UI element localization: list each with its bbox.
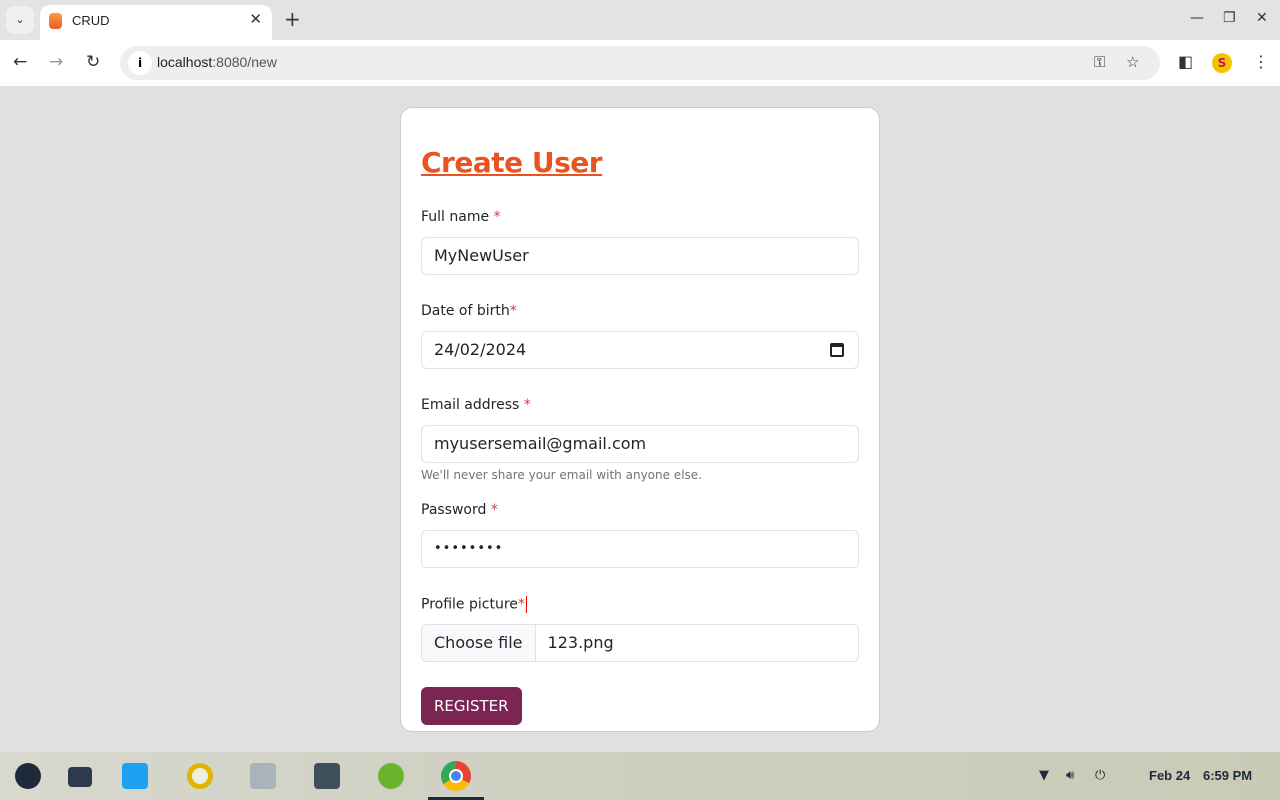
password-label: Password * xyxy=(421,502,498,518)
calendar-icon[interactable] xyxy=(830,343,844,357)
dob-input[interactable]: 24/02/2024 xyxy=(421,331,859,369)
minimize-button[interactable]: — xyxy=(1190,10,1204,26)
full-name-input[interactable]: MyNewUser xyxy=(421,237,859,275)
menu-icon[interactable]: ⋮ xyxy=(1253,52,1269,71)
star-icon[interactable]: ☆ xyxy=(1126,53,1139,71)
profile-picture-input[interactable]: Choose file 123.png xyxy=(421,624,859,662)
register-button[interactable]: REGISTER xyxy=(421,687,522,725)
choose-file-button[interactable]: Choose file xyxy=(422,625,536,661)
create-user-card: Create User Full name * MyNewUser Date o… xyxy=(400,107,880,732)
password-input[interactable]: •••••••• xyxy=(421,530,859,568)
chrome-icon[interactable] xyxy=(441,761,471,791)
power-icon[interactable]: ⏻ xyxy=(1095,768,1105,783)
side-panel-icon[interactable]: ◧ xyxy=(1178,52,1193,71)
address-bar[interactable]: i localhost:8080/new ⚿ ☆ xyxy=(120,46,1160,80)
tab-crud[interactable]: CRUD ✕ xyxy=(40,5,272,40)
email-label: Email address * xyxy=(421,397,531,413)
files-icon[interactable] xyxy=(250,763,276,789)
close-window-button[interactable]: ✕ xyxy=(1256,10,1268,26)
spring-tool-icon[interactable] xyxy=(378,763,404,789)
time[interactable]: 6:59 PM xyxy=(1203,768,1252,783)
terminal-icon[interactable] xyxy=(314,763,340,789)
email-input[interactable]: myusersemail@gmail.com xyxy=(421,425,859,463)
full-name-label: Full name * xyxy=(421,209,501,225)
close-tab-icon[interactable]: ✕ xyxy=(249,10,262,28)
forward-button[interactable]: → xyxy=(49,52,63,72)
info-icon[interactable]: i xyxy=(128,51,152,75)
email-help-text: We'll never share your email with anyone… xyxy=(421,468,702,482)
workspaces-icon[interactable] xyxy=(68,767,92,787)
profile-avatar[interactable]: S xyxy=(1212,53,1232,73)
key-icon[interactable]: ⚿ xyxy=(1094,53,1105,71)
restore-button[interactable]: ❐ xyxy=(1223,10,1236,26)
url-path: :8080/new xyxy=(212,54,277,70)
tab-title: CRUD xyxy=(72,13,110,28)
new-tab-button[interactable]: + xyxy=(284,7,301,31)
url-host: localhost xyxy=(157,54,213,70)
tab-search-button[interactable]: ⌄ xyxy=(6,6,34,34)
page-title: Create User xyxy=(421,146,603,179)
dob-label: Date of birth* xyxy=(421,303,517,319)
tab-strip: ⌄ CRUD ✕ + — ❐ ✕ xyxy=(0,0,1280,40)
selected-file-name: 123.png xyxy=(547,633,614,652)
wifi-icon[interactable]: ▼ xyxy=(1039,768,1049,783)
taskbar: ▼ 🔊︎ ⏻ Feb 24 6:59 PM xyxy=(0,752,1280,800)
music-player-icon[interactable] xyxy=(187,763,213,789)
profile-picture-label: Profile picture* xyxy=(421,596,527,613)
reload-button[interactable]: ↻ xyxy=(86,52,100,72)
date[interactable]: Feb 24 xyxy=(1149,768,1190,783)
browser-toolbar: ← → ↻ i localhost:8080/new ⚿ ☆ ◧ S ⋮ xyxy=(0,40,1280,86)
volume-icon[interactable]: 🔊︎ xyxy=(1066,768,1074,783)
software-store-icon[interactable] xyxy=(122,763,148,789)
zorin-menu-icon[interactable] xyxy=(15,763,41,789)
back-button[interactable]: ← xyxy=(13,52,27,72)
database-icon xyxy=(49,13,62,29)
